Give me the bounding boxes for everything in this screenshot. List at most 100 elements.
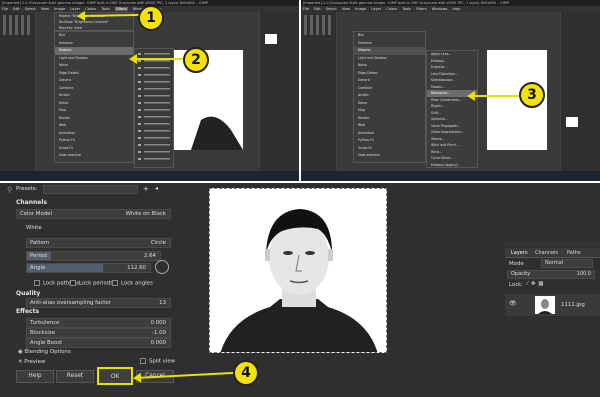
mode-value: Normal <box>545 260 564 266</box>
menu-item-script-fu[interactable]: Script-Fu <box>55 145 133 153</box>
menu-help-2[interactable]: Help <box>452 7 460 11</box>
split-view-label: Split view <box>149 358 176 365</box>
menu-item-enhance-2[interactable]: Enhance <box>354 40 425 48</box>
presets-row: ⚲ Presets: + ◂ <box>3 185 175 195</box>
tab-channels[interactable]: Channels <box>535 248 558 258</box>
lock-icons[interactable]: ⁄✥▦ <box>527 281 547 287</box>
menu-item-combine-2[interactable]: Combine <box>354 85 425 93</box>
tab-layers[interactable]: Layers <box>511 248 528 258</box>
preview-image <box>209 188 387 353</box>
menu-item-combine[interactable]: Combine <box>55 85 133 93</box>
menu-file-2[interactable]: File <box>303 7 309 11</box>
menu-view-2[interactable]: View <box>342 7 350 11</box>
menu-item-distorts-2[interactable]: Distorts <box>354 47 425 55</box>
angle-dial-icon[interactable] <box>155 260 169 274</box>
menu-item-render[interactable]: Render <box>55 115 133 123</box>
eye-icon[interactable]: 👁 <box>509 300 517 307</box>
menu-item-web-2[interactable]: Web <box>354 122 425 130</box>
tab-paths[interactable]: Paths <box>567 248 581 258</box>
menu-item-web[interactable]: Web <box>55 122 133 130</box>
callout-4: 4 <box>233 360 259 386</box>
menu-item-edge-detect-2[interactable]: Edge-Detect <box>354 70 425 78</box>
menu-item-generic[interactable]: Generic <box>55 77 133 85</box>
menu-tools-2[interactable]: Tools <box>402 7 411 11</box>
pattern-combo[interactable]: Pattern Circle <box>26 238 171 248</box>
ok-button[interactable]: OK <box>97 367 133 385</box>
menu-item-goat-2[interactable]: Goat-exercise <box>354 152 425 160</box>
tool-icons[interactable] <box>3 15 31 35</box>
menu-item-python-fu[interactable]: Python-Fu <box>55 137 133 145</box>
angle-label: Angle <box>30 265 46 271</box>
opacity-slider[interactable]: Opacity 100.0 <box>507 270 595 279</box>
menu-item-python-fu-2[interactable]: Python-Fu <box>354 137 425 145</box>
menu-item-decor-2[interactable]: Decor <box>354 100 425 108</box>
toolbox <box>0 12 36 171</box>
distorts-submenu: Apply Lens... Emboss... Engrave... Lens … <box>426 50 478 168</box>
layer-thumb-small-2 <box>566 117 578 127</box>
menu-item-artistic-2[interactable]: Artistic <box>354 92 425 100</box>
color-model-value: White on Black <box>125 211 166 217</box>
menu-image-2[interactable]: Image <box>355 7 366 11</box>
menu-item-render-2[interactable]: Render <box>354 115 425 123</box>
mode-combo[interactable]: Normal <box>541 259 593 268</box>
lock-angles-checkbox[interactable]: Lock angles <box>112 280 153 287</box>
menu-item-enhance[interactable]: Enhance <box>55 40 133 48</box>
lock-label: Lock: <box>509 282 524 288</box>
menu-item-decor[interactable]: Decor <box>55 100 133 108</box>
menu-item-light-shadow-2[interactable]: Light and Shadow <box>354 55 425 63</box>
menu-item-noise-2[interactable]: Noise <box>354 62 425 70</box>
preview-checkbox[interactable]: ✕ Preview <box>18 359 45 365</box>
preset-menu-icon[interactable]: ◂ <box>155 185 158 192</box>
angle-boost-slider[interactable]: Angle Boost 0.000 <box>26 338 171 348</box>
add-preset-icon[interactable]: + <box>143 185 149 193</box>
callout-1: 1 <box>138 5 164 31</box>
aa-slider[interactable]: Anti-alias oversampling factor 13 <box>26 298 171 308</box>
menu-item-generic-2[interactable]: Generic <box>354 77 425 85</box>
color-model-combo[interactable]: Color Model White on Black <box>16 209 171 219</box>
menu-item-edge-detect[interactable]: Edge-Detect <box>55 70 133 78</box>
menu-item-distorts[interactable]: Distorts <box>55 47 133 55</box>
menu-tools[interactable]: Tools <box>101 7 110 11</box>
callout-2: 2 <box>183 47 209 73</box>
menu-select-2[interactable]: Select <box>326 7 337 11</box>
menu-view[interactable]: View <box>41 7 49 11</box>
submenu-emboss-legacy[interactable]: Emboss (legacy)... <box>427 162 477 169</box>
menu-colors-2[interactable]: Colors <box>386 7 397 11</box>
menu-item-goat[interactable]: Goat-exercise <box>55 152 133 160</box>
menu-filters[interactable]: Filters <box>115 7 128 11</box>
help-button[interactable]: Help <box>16 370 54 383</box>
angle-value: 112.60 <box>127 265 146 271</box>
turbulence-slider[interactable]: Turbulence 0.000 <box>26 318 171 328</box>
period-slider[interactable]: Period 2.64 <box>26 251 161 261</box>
menu-item-noise[interactable]: Noise <box>55 62 133 70</box>
menu-filters-2[interactable]: Filters <box>416 7 427 11</box>
menu-item-blur-2[interactable]: Blur <box>354 32 425 40</box>
menu-item-script-fu-2[interactable]: Script-Fu <box>354 145 425 153</box>
menu-item-artistic[interactable]: Artistic <box>55 92 133 100</box>
menu-colors[interactable]: Colors <box>85 7 96 11</box>
menu-windows-2[interactable]: Windows <box>432 7 448 11</box>
menu-edit[interactable]: Edit <box>13 7 20 11</box>
menu-edit-2[interactable]: Edit <box>314 7 321 11</box>
reset-button[interactable]: Reset <box>56 370 94 383</box>
menu-item-light-shadow[interactable]: Light and Shadow <box>55 55 133 63</box>
split-view-checkbox[interactable]: Split view <box>140 358 175 365</box>
menu-select[interactable]: Select <box>25 7 36 11</box>
tool-icons-2[interactable] <box>304 15 332 35</box>
blending-options-expander[interactable]: ◉ Blending Options <box>18 349 71 355</box>
lock-periods-checkbox[interactable]: Lock periods <box>70 280 113 287</box>
blocksize-slider[interactable]: Blocksize -1.00 <box>26 328 171 338</box>
checkbox-icon <box>112 280 118 286</box>
lock-angles-label: Lock angles <box>121 280 153 287</box>
menu-item-animation[interactable]: Animation <box>55 130 133 138</box>
presets-combo[interactable] <box>43 185 138 194</box>
menu-item-map[interactable]: Map <box>55 107 133 115</box>
angle-slider[interactable]: Angle 112.60 <box>26 263 151 273</box>
menu-file[interactable]: File <box>2 7 8 11</box>
menu-item-animation-2[interactable]: Animation <box>354 130 425 138</box>
menu-image[interactable]: Image <box>54 7 65 11</box>
layer-row[interactable]: 👁 1111.jpg <box>505 294 600 316</box>
menu-layer-2[interactable]: Layer <box>371 7 381 11</box>
menu-item-blur[interactable]: Blur <box>55 32 133 40</box>
menu-item-map-2[interactable]: Map <box>354 107 425 115</box>
